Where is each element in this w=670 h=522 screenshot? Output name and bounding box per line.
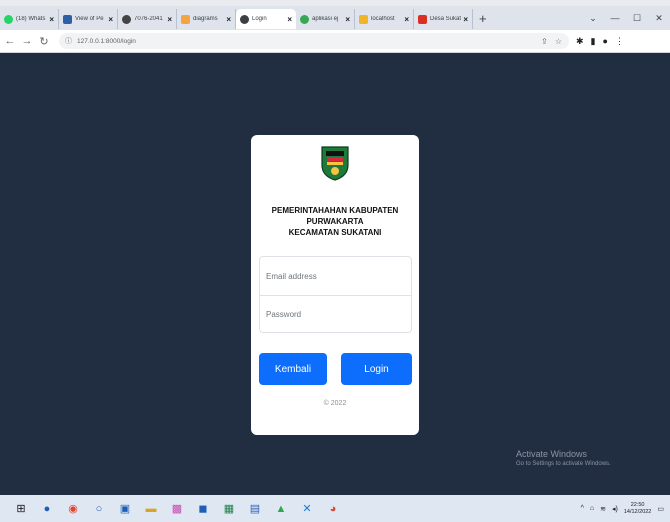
sidebar-icon[interactable]: ▮ xyxy=(591,36,596,47)
system-tray: ^ ⌂ ≋ ◂) 22:50 14/12/2022 ▭ xyxy=(575,495,664,522)
notification-icon[interactable]: ▭ xyxy=(657,505,664,513)
tab-title: Desa Sukat xyxy=(430,16,462,22)
login-card: PEMERINTAHAHAN KABUPATEN PURWAKARTA KECA… xyxy=(251,135,419,435)
address-toolbar: ← → ↻ ⓘ 127.0.0.1:8000/login ⇪ ☆ ✱ ▮ ● ⋮ xyxy=(0,30,670,53)
regency-emblem-icon xyxy=(321,146,349,181)
close-window-button[interactable]: ✕ xyxy=(648,13,670,24)
login-form: Email address Password xyxy=(259,256,412,333)
address-bar[interactable]: ⓘ 127.0.0.1:8000/login ⇪ ☆ xyxy=(59,33,569,49)
password-field[interactable]: Password xyxy=(260,295,411,332)
tab-view-of[interactable]: View of Pe × xyxy=(59,9,118,29)
close-icon[interactable]: × xyxy=(226,15,231,24)
back-button[interactable]: Kembali xyxy=(259,353,327,385)
tab-aplikasi[interactable]: aplikasi ej × xyxy=(296,9,355,29)
tab-strip: (18) Whats × View of Pe × 7076-2041 × di… xyxy=(0,6,670,30)
url-text[interactable]: 127.0.0.1:8000/login xyxy=(77,38,136,45)
google-icon xyxy=(300,14,309,24)
maximize-button[interactable]: ☐ xyxy=(626,13,648,24)
clock[interactable]: 22:50 14/12/2022 xyxy=(624,502,652,516)
watermark-title: Activate Windows xyxy=(516,449,588,459)
tab-title: aplikasi ej xyxy=(312,16,339,22)
tab-login[interactable]: Login × xyxy=(236,9,296,29)
file-explorer-icon[interactable]: ▬ xyxy=(140,501,162,517)
tab-title: (18) Whats xyxy=(16,16,46,22)
watermark-subtitle: Go to Settings to activate Windows. xyxy=(516,461,611,467)
search-icon[interactable]: ● xyxy=(36,501,58,517)
back-arrow-icon[interactable]: ← xyxy=(3,35,17,47)
chrome-icon[interactable]: ◉ xyxy=(62,501,84,517)
excel-icon[interactable]: ▦ xyxy=(218,501,240,517)
globe-icon xyxy=(122,14,131,24)
network-icon[interactable]: ⌂ xyxy=(590,505,594,512)
app-icon[interactable]: ▲ xyxy=(270,501,292,517)
word-icon[interactable]: ▤ xyxy=(244,501,266,517)
profile-avatar-icon[interactable]: ● xyxy=(603,36,608,46)
whatsapp-icon xyxy=(4,14,13,24)
app-icon[interactable]: ▩ xyxy=(166,501,188,517)
database-icon xyxy=(359,14,368,24)
close-icon[interactable]: × xyxy=(463,15,468,24)
task-view-icon[interactable]: ▣ xyxy=(114,501,136,517)
window-controls: ⌄ — ☐ ✕ xyxy=(582,6,670,30)
clock-time: 22:50 xyxy=(630,501,645,508)
tab-desa-sukatani[interactable]: Desa Sukat × xyxy=(414,9,473,29)
org-line: PURWAKARTA xyxy=(306,217,364,226)
tab-title: diagrams xyxy=(193,16,218,22)
share-icon[interactable]: ⇪ xyxy=(541,37,548,46)
tab-title: localhost xyxy=(371,16,395,22)
cortana-icon[interactable]: ○ xyxy=(88,501,110,517)
bookmark-star-icon[interactable]: ☆ xyxy=(555,37,562,46)
close-icon[interactable]: × xyxy=(404,15,409,24)
diagram-icon xyxy=(181,14,190,24)
activate-windows-watermark: Activate Windows Go to Settings to activ… xyxy=(516,449,611,467)
extensions-icon[interactable]: ✱ xyxy=(576,36,584,47)
document-icon xyxy=(63,14,72,24)
tab-7076[interactable]: 7076-2041 × xyxy=(118,9,177,29)
new-tab-button[interactable]: + xyxy=(479,11,487,26)
close-icon[interactable]: × xyxy=(287,15,292,24)
reload-icon[interactable]: ↻ xyxy=(37,35,51,48)
close-icon[interactable]: × xyxy=(49,15,54,24)
minimize-button[interactable]: — xyxy=(604,13,626,23)
taskbar: ⊞ ● ◉ ○ ▣ ▬ ▩ ◼ ▦ ▤ ▲ ✕ ◕ ^ ⌂ ≋ ◂) 22:50… xyxy=(0,495,670,522)
chrome-icon[interactable]: ◕ xyxy=(322,501,344,517)
page-background: PEMERINTAHAHAN KABUPATEN PURWAKARTA KECA… xyxy=(0,53,670,495)
menu-icon[interactable]: ⋮ xyxy=(615,36,624,47)
tab-diagrams[interactable]: diagrams × xyxy=(177,9,236,29)
wifi-icon[interactable]: ≋ xyxy=(600,505,606,513)
tab-title: Login xyxy=(252,16,267,22)
tab-title: View of Pe xyxy=(75,16,104,22)
info-icon[interactable]: ⓘ xyxy=(65,36,72,46)
close-icon[interactable]: × xyxy=(345,15,350,24)
forward-arrow-icon[interactable]: → xyxy=(20,35,34,47)
login-button[interactable]: Login xyxy=(341,353,412,385)
chevron-down-icon[interactable]: ⌄ xyxy=(582,13,604,24)
close-icon[interactable]: × xyxy=(167,15,172,24)
tab-localhost[interactable]: localhost × xyxy=(355,9,414,29)
vscode-icon[interactable]: ✕ xyxy=(296,501,318,517)
organization-name: PEMERINTAHAHAN KABUPATEN PURWAKARTA KECA… xyxy=(251,205,419,238)
org-line: KECAMATAN SUKATANI xyxy=(288,228,382,237)
globe-icon xyxy=(240,14,249,24)
chevron-up-icon[interactable]: ^ xyxy=(581,505,584,512)
tab-title: 7076-2041 xyxy=(134,16,163,22)
clock-date: 14/12/2022 xyxy=(623,508,652,515)
speaker-icon[interactable]: ◂) xyxy=(612,505,618,513)
copyright-text: © 2022 xyxy=(323,400,347,407)
tab-whatsapp[interactable]: (18) Whats × xyxy=(0,9,59,29)
site-icon xyxy=(418,14,427,24)
close-icon[interactable]: × xyxy=(108,15,113,24)
email-field[interactable]: Email address xyxy=(260,257,411,295)
windows-start-icon[interactable]: ⊞ xyxy=(10,501,32,517)
store-icon[interactable]: ◼ xyxy=(192,501,214,517)
org-line: PEMERINTAHAHAN KABUPATEN xyxy=(271,206,399,215)
